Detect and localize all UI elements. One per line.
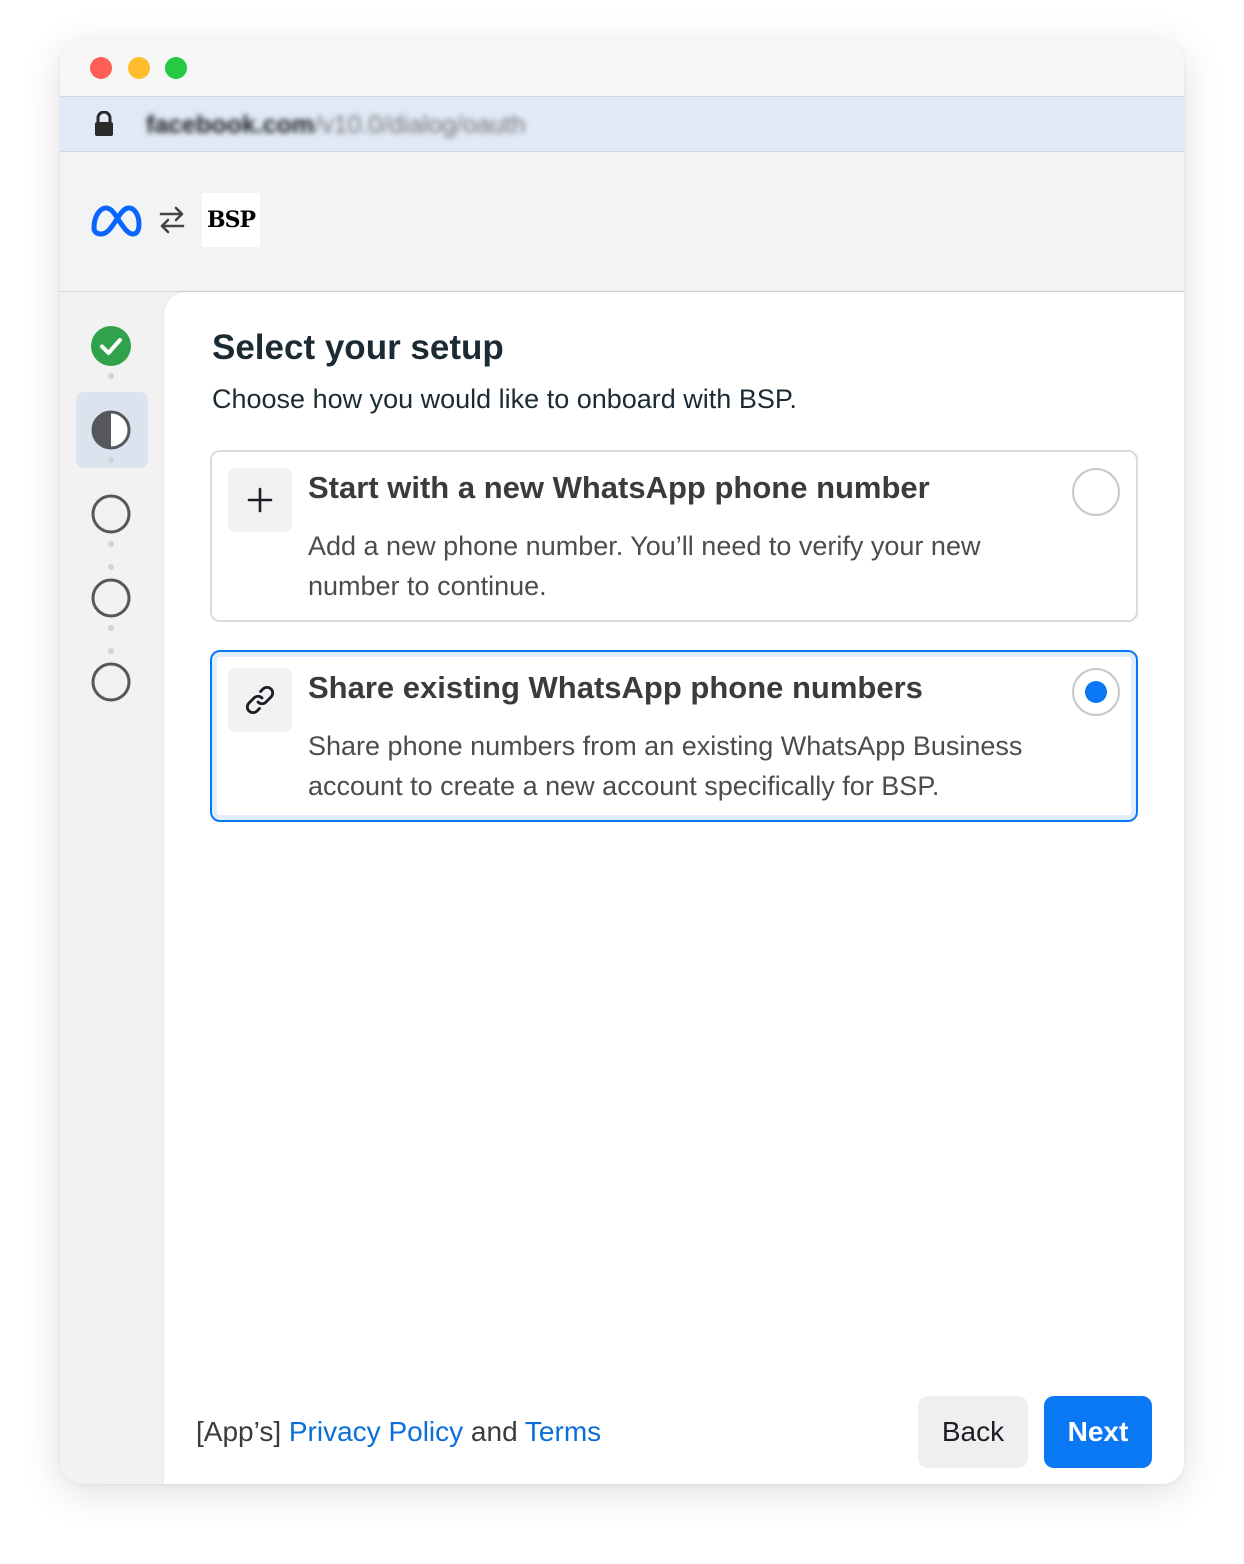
url-text[interactable]: facebook.com/v10.0/dialog/oauth	[146, 111, 525, 139]
option-description: Add a new phone number. You’ll need to v…	[308, 531, 981, 601]
option-description: Share phone numbers from an existing Wha…	[308, 731, 1023, 801]
meta-logo-icon	[91, 205, 142, 237]
close-window-button[interactable]	[90, 57, 112, 79]
partner-logo: BSP	[202, 193, 260, 247]
swap-icon	[159, 206, 185, 234]
main-panel: Select your setup Choose how you would l…	[164, 292, 1184, 1484]
footer-prefix: [App’s]	[196, 1416, 282, 1447]
step-upcoming-circle-icon	[91, 578, 131, 618]
footer-and: and	[470, 1416, 518, 1447]
option-title: Start with a new WhatsApp phone number	[308, 470, 930, 505]
option-new-phone-number[interactable]: Start with a new WhatsApp phone number A…	[210, 450, 1138, 622]
minimize-window-button[interactable]	[128, 57, 150, 79]
title-bar	[60, 40, 1184, 96]
radio-new-phone-number[interactable]	[1072, 468, 1120, 516]
next-button[interactable]: Next	[1044, 1396, 1152, 1468]
step-current-half-circle-icon	[91, 410, 131, 450]
option-share-existing-numbers[interactable]: Share existing WhatsApp phone numbers Sh…	[210, 650, 1138, 822]
footer-legal: [App’s] Privacy Policy and Terms	[196, 1416, 601, 1448]
step-completed-check-icon	[91, 326, 131, 366]
plus-icon	[228, 468, 292, 532]
step-connector-dot	[108, 373, 114, 379]
step-connector-dot	[108, 648, 114, 654]
app-header: BSP	[60, 152, 1184, 292]
step-upcoming-circle-icon	[91, 662, 131, 702]
url-path: /v10.0/dialog/oauth	[314, 111, 526, 139]
step-connector-dot	[108, 457, 114, 463]
page-title: Select your setup	[212, 328, 504, 367]
step-upcoming-circle-icon	[91, 494, 131, 534]
step-connector-dot	[108, 564, 114, 570]
radio-share-existing-numbers[interactable]	[1072, 668, 1120, 716]
address-bar[interactable]: facebook.com/v10.0/dialog/oauth	[60, 96, 1184, 152]
terms-link[interactable]: Terms	[525, 1416, 601, 1447]
link-icon	[228, 668, 292, 732]
option-title: Share existing WhatsApp phone numbers	[308, 670, 923, 705]
url-domain: facebook.com	[146, 111, 315, 139]
step-connector-dot	[108, 541, 114, 547]
maximize-window-button[interactable]	[165, 57, 187, 79]
back-button[interactable]: Back	[918, 1396, 1028, 1468]
page-subtitle: Choose how you would like to onboard wit…	[212, 384, 797, 414]
browser-window: facebook.com/v10.0/dialog/oauth BSP Sele…	[60, 40, 1184, 1484]
lock-icon	[95, 111, 113, 136]
step-connector-dot	[108, 625, 114, 631]
privacy-policy-link[interactable]: Privacy Policy	[289, 1416, 463, 1447]
progress-stepper	[60, 292, 164, 1484]
